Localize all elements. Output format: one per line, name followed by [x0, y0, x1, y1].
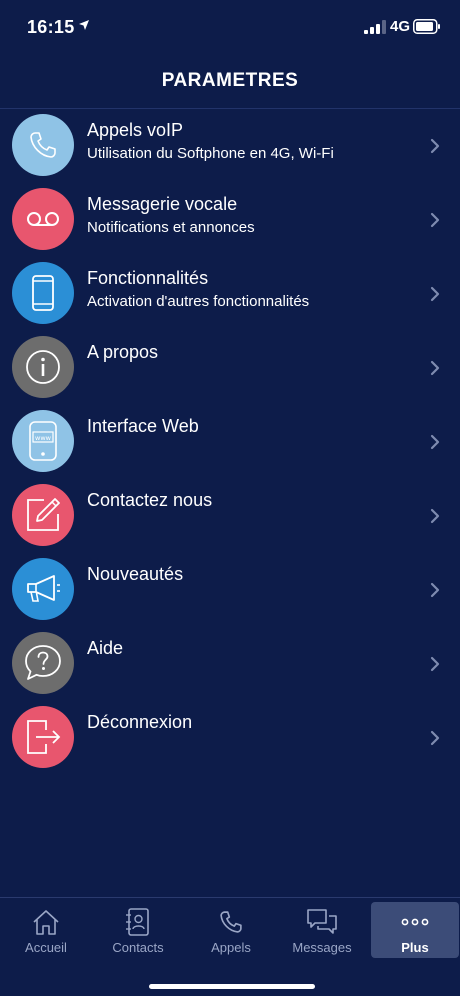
tab-bar: Accueil Contacts Appels Messages Plus	[0, 897, 460, 996]
header-divider	[0, 108, 460, 109]
settings-item-messagerie-vocale[interactable]: Messagerie vocale Notifications et annon…	[0, 184, 460, 258]
item-subtitle: Utilisation du Softphone en 4G, Wi-Fi	[87, 145, 334, 162]
home-indicator	[149, 984, 315, 989]
network-type: 4G	[390, 18, 411, 35]
settings-item-a-propos[interactable]: A propos	[0, 332, 460, 406]
chevron-right-icon	[430, 730, 440, 746]
item-subtitle: Activation d'autres fonctionnalités	[87, 293, 310, 310]
location-arrow-icon	[79, 20, 89, 30]
chevron-right-icon	[430, 286, 440, 302]
item-title: Fonctionnalités	[87, 268, 209, 288]
phone-icon	[220, 911, 242, 933]
tab-label: Contacts	[112, 940, 164, 955]
web-phone-icon: www	[12, 410, 74, 472]
question-icon	[12, 632, 74, 694]
more-icon	[401, 918, 429, 926]
item-title: Nouveautés	[87, 564, 184, 584]
item-title: Interface Web	[87, 416, 199, 436]
voicemail-icon	[12, 188, 74, 250]
tab-label: Appels	[211, 940, 251, 955]
settings-item-interface-web[interactable]: www Interface Web	[0, 406, 460, 480]
settings-item-deconnexion[interactable]: Déconnexion	[0, 702, 460, 776]
messages-icon	[307, 909, 337, 934]
item-title: Aide	[87, 638, 124, 658]
chevron-right-icon	[430, 656, 440, 672]
tab-contacts[interactable]: Contacts	[94, 902, 182, 958]
tab-label: Plus	[401, 940, 429, 955]
settings-item-nouveautes[interactable]: Nouveautés	[0, 554, 460, 628]
settings-item-fonctionnalites[interactable]: Fonctionnalités Activation d'autres fonc…	[0, 258, 460, 332]
svg-text:www: www	[35, 434, 52, 442]
item-title: Contactez nous	[87, 490, 213, 510]
chevron-right-icon	[430, 434, 440, 450]
chevron-right-icon	[430, 508, 440, 524]
item-title: Appels voIP	[87, 120, 184, 140]
item-title: Déconnexion	[87, 712, 193, 732]
settings-item-appels-voip[interactable]: Appels voIP Utilisation du Softphone en …	[0, 110, 460, 184]
settings-list: Appels voIP Utilisation du Softphone en …	[0, 110, 460, 776]
chevron-right-icon	[430, 138, 440, 154]
tab-plus[interactable]: Plus	[371, 902, 459, 958]
tab-appels[interactable]: Appels	[187, 902, 275, 958]
phone-icon	[12, 114, 74, 176]
home-icon	[33, 910, 59, 935]
info-icon	[12, 336, 74, 398]
chevron-right-icon	[430, 212, 440, 228]
contacts-icon	[126, 908, 149, 936]
megaphone-icon	[12, 558, 74, 620]
tab-label: Accueil	[25, 940, 67, 955]
page-title: PARAMETRES	[161, 70, 299, 91]
item-title: A propos	[87, 342, 159, 362]
signal-icon	[364, 20, 386, 34]
edit-icon	[12, 484, 74, 546]
tab-label: Messages	[292, 940, 352, 955]
status-time: 16:15	[27, 17, 75, 37]
settings-item-contactez-nous[interactable]: Contactez nous	[0, 480, 460, 554]
chevron-right-icon	[430, 582, 440, 598]
tab-messages[interactable]: Messages	[278, 902, 366, 958]
settings-item-aide[interactable]: Aide	[0, 628, 460, 702]
status-bar: 16:15 4G	[0, 0, 460, 56]
item-subtitle: Notifications et annonces	[87, 219, 255, 236]
battery-icon	[413, 19, 440, 34]
logout-icon	[12, 706, 74, 768]
chevron-right-icon	[430, 360, 440, 376]
smartphone-icon	[12, 262, 74, 324]
tab-accueil[interactable]: Accueil	[2, 902, 90, 958]
item-title: Messagerie vocale	[87, 194, 238, 214]
